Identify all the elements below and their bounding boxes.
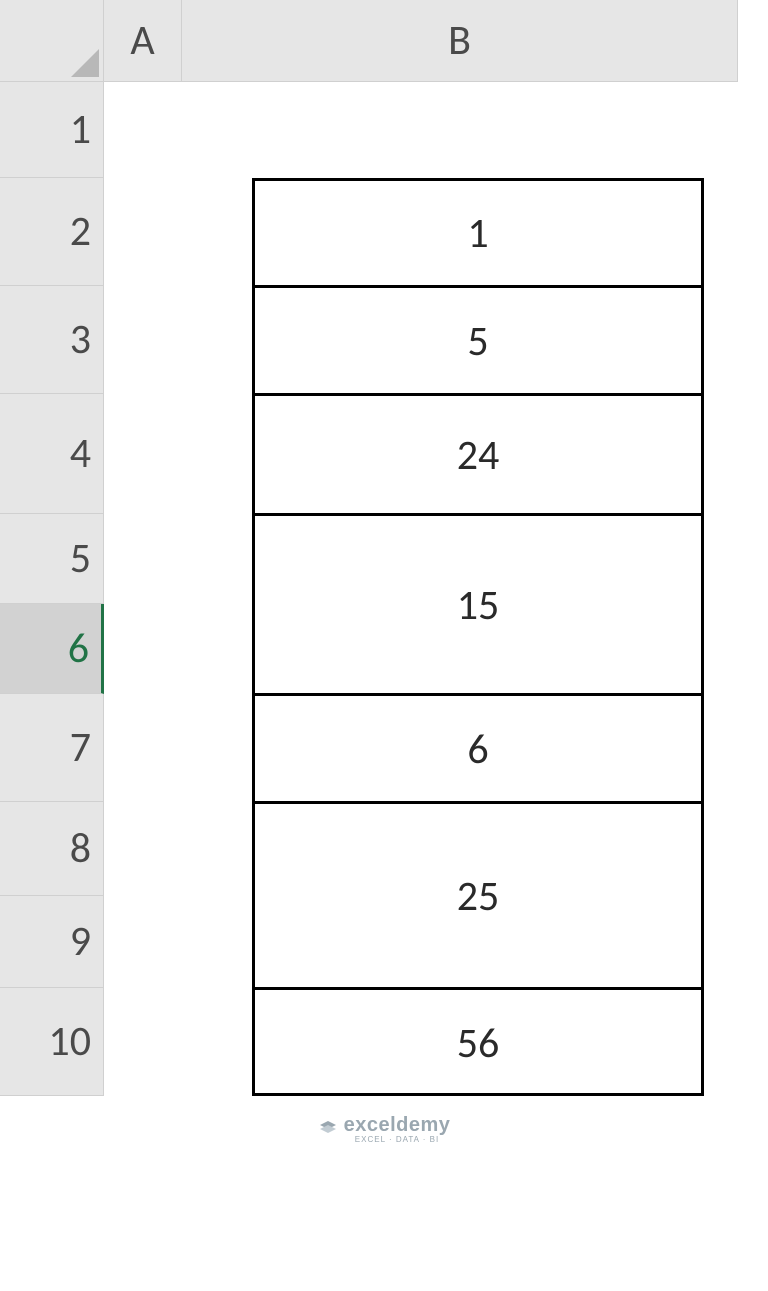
row-header-6[interactable]: 6	[0, 604, 104, 694]
watermark-brand: exceldemy	[344, 1114, 451, 1136]
cell[interactable]	[104, 286, 182, 394]
data-cell-value[interactable]: 25	[252, 871, 704, 922]
row-header-1[interactable]: 1	[0, 82, 104, 178]
cell[interactable]	[182, 82, 738, 178]
cell-border	[252, 513, 704, 516]
row-header-2[interactable]: 2	[0, 178, 104, 286]
data-cell-value[interactable]: 1	[252, 208, 704, 259]
row-header-9[interactable]: 9	[0, 896, 104, 988]
data-cell-value[interactable]: 15	[252, 580, 704, 631]
cell-grid: 15241562556	[104, 82, 738, 1096]
cell-border	[252, 285, 704, 288]
column-header-B[interactable]: B	[182, 0, 738, 82]
cell[interactable]	[104, 514, 182, 604]
data-cell-value[interactable]: 6	[252, 724, 704, 775]
data-cell-value[interactable]: 56	[252, 1018, 704, 1069]
data-cell-value[interactable]: 24	[252, 430, 704, 481]
row-headers: 12345678910	[0, 82, 104, 1096]
cell-border	[252, 393, 704, 396]
cell[interactable]	[104, 896, 182, 988]
select-all-triangle-icon	[71, 49, 99, 77]
watermark-logo-icon	[318, 1119, 338, 1139]
cell[interactable]	[104, 394, 182, 514]
select-all-corner[interactable]	[0, 0, 104, 82]
watermark-tagline: EXCEL · DATA · BI	[344, 1135, 451, 1144]
row-header-4[interactable]: 4	[0, 394, 104, 514]
cell[interactable]	[104, 802, 182, 896]
grid-row	[104, 82, 738, 178]
cell[interactable]	[104, 694, 182, 802]
column-headers: A B	[104, 0, 738, 82]
cell[interactable]	[104, 82, 182, 178]
row-header-5[interactable]: 5	[0, 514, 104, 604]
column-header-A[interactable]: A	[104, 0, 182, 82]
row-header-3[interactable]: 3	[0, 286, 104, 394]
row-header-8[interactable]: 8	[0, 802, 104, 896]
cell[interactable]	[104, 988, 182, 1096]
watermark: exceldemy EXCEL · DATA · BI	[0, 1114, 768, 1144]
cell-border	[252, 987, 704, 990]
cell[interactable]	[104, 604, 182, 694]
cell[interactable]	[104, 178, 182, 286]
data-cell-value[interactable]: 5	[252, 316, 704, 367]
row-header-7[interactable]: 7	[0, 694, 104, 802]
cell-border	[252, 801, 704, 804]
cell-border	[252, 693, 704, 696]
row-header-10[interactable]: 10	[0, 988, 104, 1096]
